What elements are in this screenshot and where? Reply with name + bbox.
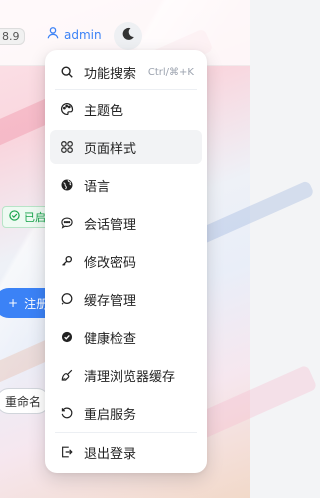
rename-button[interactable]: 重命名 [0, 388, 51, 414]
moon-icon [120, 26, 136, 46]
username: admin [64, 27, 102, 42]
menu-item-label: 功能搜索 [84, 66, 137, 82]
menu-item-label: 缓存管理 [84, 293, 137, 309]
cache-icon [60, 292, 74, 306]
menu-item-label: 语言 [84, 179, 111, 195]
menu-item-label: 会话管理 [84, 217, 137, 233]
menu-item-restart-service[interactable]: 重启服务 [50, 396, 202, 430]
user-icon [46, 26, 60, 43]
plus-icon: + [8, 296, 19, 310]
menu-item-label: 页面样式 [84, 141, 137, 157]
menu-item-logout[interactable]: 退出登录 [50, 435, 202, 469]
menu-item-label: 重启服务 [84, 407, 137, 423]
version-label: 8.9 [0, 28, 25, 45]
logout-icon [60, 445, 74, 459]
theme-toggle-button[interactable] [114, 22, 142, 50]
health-check-icon [60, 330, 74, 344]
restart-icon [60, 406, 74, 420]
menu-item-language[interactable]: 语言 [50, 168, 202, 202]
divider [55, 89, 197, 90]
menu-item-theme-color[interactable]: 主题色 [50, 92, 202, 126]
user-dropdown-menu: 功能搜索 Ctrl/⌘+K 主题色 页面样式 语言 会话管理 修改密码 缓存管理… [45, 50, 207, 473]
menu-item-search[interactable]: 功能搜索 Ctrl/⌘+K [50, 55, 202, 89]
broom-icon [60, 368, 74, 382]
menu-item-label: 健康检查 [84, 331, 137, 347]
menu-item-health-check[interactable]: 健康检查 [50, 320, 202, 354]
key-icon [60, 254, 74, 268]
user-menu-trigger[interactable]: admin [46, 26, 102, 43]
palette-icon [60, 102, 74, 116]
menu-item-page-style[interactable]: 页面样式 [50, 130, 202, 164]
menu-item-clear-browser-cache[interactable]: 清理浏览器缓存 [50, 358, 202, 392]
status-text: 已启 [24, 211, 46, 224]
menu-item-label: 主题色 [84, 103, 124, 119]
layout-icon [60, 140, 74, 154]
menu-item-change-password[interactable]: 修改密码 [50, 244, 202, 278]
check-circle-icon [9, 210, 20, 224]
menu-item-session-management[interactable]: 会话管理 [50, 206, 202, 240]
search-icon [60, 65, 74, 79]
globe-icon [60, 178, 74, 192]
session-icon [60, 216, 74, 230]
menu-item-label: 退出登录 [84, 446, 137, 462]
divider [55, 432, 197, 433]
menu-item-label: 修改密码 [84, 255, 137, 271]
menu-item-cache-management[interactable]: 缓存管理 [50, 282, 202, 316]
shortcut-hint: Ctrl/⌘+K [147, 66, 194, 78]
menu-item-label: 清理浏览器缓存 [84, 369, 176, 385]
